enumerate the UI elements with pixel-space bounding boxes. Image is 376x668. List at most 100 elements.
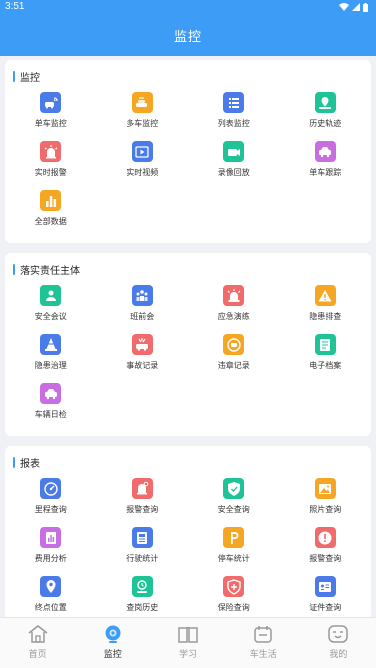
menu-item-label: 停车统计 [217,554,250,563]
menu-item-label: 查岗历史 [126,603,159,612]
menu-item[interactable]: 照片查询 [280,476,372,525]
section-card: 监控单车监控 多车监控 列表监控 历史轨迹实时报警 实时视频 录像回放 单车跟踪全部数据 [5,60,371,243]
menu-item[interactable]: 班前会 [97,283,189,332]
menu-item-label: 班前会 [130,312,155,321]
tab-item[interactable]: 车生活 [226,618,301,668]
bar-chart-icon [40,190,62,211]
menu-item[interactable]: 终点位置 [5,574,97,617]
archive-icon [314,334,336,355]
menu-item-label: 证件查询 [309,603,342,612]
menu-item-label: 保险查询 [217,603,250,612]
tab-item[interactable]: 监控 [75,618,150,668]
section-header: 报表 [5,454,371,470]
menu-item[interactable]: 应急演练 [188,283,280,332]
menu-item[interactable]: 电子档案 [280,332,372,381]
status-bar: 3:51 [0,0,376,14]
menu-item[interactable]: 报警查询 [280,525,372,574]
menu-item[interactable]: 实时报警 [5,139,97,188]
menu-item[interactable]: 实时视频 [97,139,189,188]
menu-item[interactable]: 违章记录 [188,332,280,381]
section-header: 监控 [5,68,371,84]
menu-item[interactable]: 列表监控 [188,90,280,139]
section-title: 落实责任主体 [20,265,80,277]
menu-item[interactable]: 全部数据 [5,188,97,237]
menu-item-label: 单车跟踪 [309,168,342,177]
driving-stats-icon [131,527,153,548]
menu-item-label: 隐患治理 [34,361,67,370]
meeting-icon [40,285,62,306]
menu-item-label: 实时视频 [126,168,159,177]
menu-item[interactable]: 录像回放 [188,139,280,188]
tab-item[interactable]: 学习 [150,618,225,668]
section-accent-bar [13,263,15,275]
app-header: 3:51 监控 [0,0,376,56]
warning-icon [314,285,336,306]
menu-item[interactable]: 多车监控 [97,90,189,139]
wifi-icon [339,3,349,11]
menu-item-label: 违章记录 [217,361,250,370]
speedometer-icon [40,478,62,499]
menu-item[interactable]: 里程查询 [5,476,97,525]
insurance-icon [223,576,245,597]
status-time: 3:51 [5,1,25,12]
status-icons [339,2,368,12]
tab-label: 监控 [103,649,122,659]
section-card: 报表 里程查询 报警查询 安全查询 照片查询 费用分析 行驶统计 停车统计 报警查询 终点位置 查岗… [5,446,371,617]
alarm-icon [40,141,62,162]
menu-item-label: 历史轨迹 [309,119,342,128]
tab-label: 我的 [329,649,348,659]
home-icon [27,624,49,644]
menu-item-label: 里程查询 [34,505,67,514]
menu-item[interactable]: 停车统计 [188,525,280,574]
menu-item[interactable]: 查岗历史 [97,574,189,617]
menu-item-label: 终点位置 [34,603,67,612]
section-list: 监控单车监控 多车监控 列表监控 历史轨迹实时报警 实时视频 录像回放 单车跟踪全部数据落实… [5,60,371,617]
menu-item-label: 实时报警 [34,168,67,177]
menu-item[interactable]: 隐患治理 [5,332,97,381]
signal-icon [352,3,360,11]
tab-item[interactable]: 我的 [301,618,376,668]
menu-item[interactable]: 证件查询 [280,574,372,617]
menu-item[interactable]: 隐患排查 [280,283,372,332]
bottom-tab-bar: 首页 监控 学习 车生活 我的 [0,617,376,668]
inspect-history-icon [131,576,153,597]
parking-icon [223,527,245,548]
tab-label: 车生活 [249,649,277,659]
calendar-icon [252,624,274,644]
menu-item[interactable]: 保险查询 [188,574,280,617]
menu-item[interactable]: 单车监控 [5,90,97,139]
tab-item[interactable]: 首页 [0,618,75,668]
accident-icon [131,334,153,355]
siren-icon [223,285,245,306]
photo-icon [314,478,336,499]
menu-item[interactable]: 费用分析 [5,525,97,574]
section-card: 落实责任主体安全会议 班前会 应急演练 隐患排查隐患治理 事故记录 违章记录 电子档案车辆日… [5,253,371,436]
main-content[interactable]: 监控单车监控 多车监控 列表监控 历史轨迹实时报警 实时视频 录像回放 单车跟踪全部数据落实… [0,56,376,617]
menu-item-label: 录像回放 [217,168,250,177]
menu-item-label: 应急演练 [217,312,250,321]
menu-item-label: 电子档案 [309,361,342,370]
menu-item-label: 多车监控 [126,119,159,128]
menu-grid: 安全会议 班前会 应急演练 隐患排查隐患治理 事故记录 违章记录 电子档案车辆日检 [5,277,371,430]
team-icon [131,285,153,306]
menu-item[interactable]: 行驶统计 [97,525,189,574]
section-accent-bar [13,70,15,82]
menu-item-label: 事故记录 [126,361,159,370]
menu-item[interactable]: 安全查询 [188,476,280,525]
menu-item-label: 列表监控 [217,119,250,128]
menu-item[interactable]: 安全会议 [5,283,97,332]
cost-chart-icon [40,527,62,548]
battery-icon [363,2,368,12]
section-accent-bar [13,456,15,468]
id-card-icon [314,576,336,597]
monitor-icon [102,624,124,644]
menu-item[interactable]: 事故记录 [97,332,189,381]
car-check-icon [40,383,62,404]
menu-item[interactable]: 历史轨迹 [280,90,372,139]
menu-item[interactable]: 单车跟踪 [280,139,372,188]
menu-item[interactable]: 车辆日检 [5,381,97,430]
tab-label: 学习 [179,649,198,659]
menu-item-label: 单车监控 [34,119,67,128]
map-pin-icon [314,92,336,113]
menu-item[interactable]: 报警查询 [97,476,189,525]
